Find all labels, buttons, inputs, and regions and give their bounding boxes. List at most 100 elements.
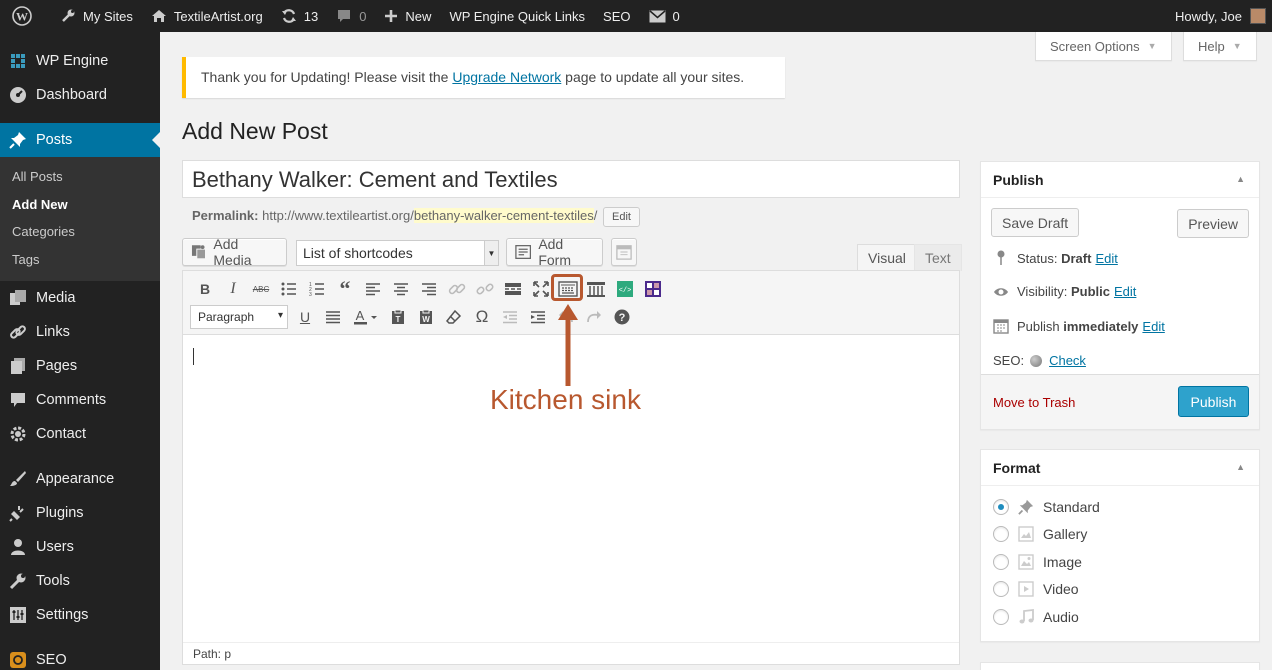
add-media-button[interactable]: Add Media <box>182 236 287 268</box>
publish-button[interactable]: Publish <box>1178 386 1249 417</box>
special-character-icon[interactable]: Ω <box>472 307 492 327</box>
site-name-label: TextileArtist.org <box>173 8 263 24</box>
sidebar-item-pages[interactable]: Pages <box>0 349 160 383</box>
calendar-button[interactable] <box>611 238 637 266</box>
seo-menu[interactable]: SEO <box>594 0 639 32</box>
status-edit-link[interactable]: Edit <box>1095 251 1117 266</box>
radio[interactable] <box>993 581 1009 597</box>
indent-icon[interactable] <box>528 307 548 327</box>
columns-icon[interactable] <box>586 279 606 299</box>
add-form-button[interactable]: Add Form <box>506 236 603 268</box>
help-button[interactable]: Help ▼ <box>1183 32 1257 61</box>
move-to-trash-link[interactable]: Move to Trash <box>993 395 1075 410</box>
sidebar-item-dashboard[interactable]: Dashboard <box>0 78 160 112</box>
blockquote-icon[interactable]: “ <box>335 276 355 301</box>
fullscreen-icon[interactable] <box>531 279 551 299</box>
collapse-arrow-icon[interactable]: ▲ <box>1236 462 1245 472</box>
publish-date-row: Publish immediately Edit <box>993 318 1165 334</box>
sidebar-item-tools[interactable]: Tools <box>0 564 160 598</box>
seo-check-link[interactable]: Check <box>1049 353 1086 368</box>
radio[interactable] <box>993 554 1009 570</box>
tab-visual[interactable]: Visual <box>857 244 917 271</box>
format-box: Format ▲ Standard Gallery Image Video Au… <box>980 449 1260 642</box>
publish-date-edit-link[interactable]: Edit <box>1142 319 1164 334</box>
sidebar-item-posts[interactable]: Posts <box>0 123 160 157</box>
sidebar-item-seo[interactable]: SEO <box>0 643 160 670</box>
visibility-edit-link[interactable]: Edit <box>1114 284 1136 299</box>
insert-link-icon[interactable] <box>447 279 467 299</box>
numbered-list-icon[interactable]: 123 <box>307 279 327 299</box>
outdent-icon[interactable] <box>500 307 520 327</box>
format-option-image[interactable]: Image <box>993 554 1082 570</box>
unlink-icon[interactable] <box>475 279 495 299</box>
table-icon[interactable] <box>643 279 663 299</box>
site-name-menu[interactable]: TextileArtist.org <box>142 0 272 32</box>
comments-count: 0 <box>359 8 367 24</box>
sidebar-item-appearance[interactable]: Appearance <box>0 462 160 496</box>
text-color-icon[interactable]: A <box>351 307 381 327</box>
radio[interactable] <box>993 609 1009 625</box>
sidebar-item-comments[interactable]: Comments <box>0 383 160 417</box>
publish-box-header[interactable]: Publish ▲ <box>981 162 1259 198</box>
upgrade-network-link[interactable]: Upgrade Network <box>452 69 561 85</box>
updates-menu[interactable]: 13 <box>272 0 327 32</box>
submenu-categories[interactable]: Categories <box>0 218 160 246</box>
submenu-all-posts[interactable]: All Posts <box>0 163 160 191</box>
strikethrough-icon[interactable]: ABC <box>251 279 271 299</box>
permalink-slug[interactable]: bethany-walker-cement-textiles <box>413 208 594 223</box>
my-sites-menu[interactable]: My Sites <box>51 0 142 32</box>
permalink-edit-button[interactable]: Edit <box>603 207 640 227</box>
format-option-video[interactable]: Video <box>993 581 1079 597</box>
sidebar-item-label: Tools <box>36 573 70 589</box>
submenu-tags[interactable]: Tags <box>0 246 160 274</box>
collapse-arrow-icon[interactable]: ▲ <box>1236 174 1245 184</box>
format-option-audio[interactable]: Audio <box>993 609 1079 625</box>
new-content-menu[interactable]: New <box>375 0 440 32</box>
messages-menu[interactable]: 0 <box>640 0 689 32</box>
account-menu[interactable]: Howdy, Joe <box>1175 8 1272 24</box>
sidebar-item-links[interactable]: Links <box>0 315 160 349</box>
paste-word-icon[interactable]: W <box>416 307 436 327</box>
paragraph-format-select[interactable]: Paragraph <box>190 305 288 329</box>
preview-button[interactable]: Preview <box>1177 209 1249 238</box>
read-more-icon[interactable] <box>503 279 523 299</box>
underline-icon[interactable]: U <box>295 307 315 327</box>
format-box-header[interactable]: Format ▲ <box>981 450 1259 486</box>
submenu-add-new[interactable]: Add New <box>0 191 160 219</box>
format-option-gallery[interactable]: Gallery <box>993 526 1087 542</box>
align-center-icon[interactable] <box>391 279 411 299</box>
comments-menu[interactable]: 0 <box>327 0 375 32</box>
shortcodes-select[interactable]: List of shortcodes ▼ <box>296 240 499 266</box>
redo-icon[interactable] <box>584 307 604 327</box>
clear-formatting-icon[interactable] <box>444 307 464 327</box>
sidebar-item-media[interactable]: Media <box>0 281 160 315</box>
sidebar-item-plugins[interactable]: Plugins <box>0 496 160 530</box>
justify-icon[interactable] <box>323 307 343 327</box>
screen-options-button[interactable]: Screen Options ▼ <box>1035 32 1172 61</box>
save-draft-button[interactable]: Save Draft <box>991 208 1080 237</box>
code-icon[interactable]: </> <box>615 279 635 299</box>
paste-text-icon[interactable]: T <box>388 307 408 327</box>
sidebar-item-label: Plugins <box>36 505 84 521</box>
bold-icon[interactable]: B <box>195 279 215 299</box>
format-option-standard[interactable]: Standard <box>993 499 1100 515</box>
italic-icon[interactable]: I <box>223 279 243 299</box>
updates-count: 13 <box>303 8 319 24</box>
sidebar-item-wp-engine[interactable]: WP Engine <box>0 44 160 78</box>
sidebar-item-contact[interactable]: Contact <box>0 417 160 451</box>
comment-icon <box>338 10 351 22</box>
align-left-icon[interactable] <box>363 279 383 299</box>
radio[interactable] <box>993 526 1009 542</box>
image-icon <box>1017 554 1035 570</box>
wp-engine-quick-links[interactable]: WP Engine Quick Links <box>440 0 594 32</box>
sidebar-item-settings[interactable]: Settings <box>0 598 160 632</box>
wordpress-logo-button[interactable]: W <box>0 0 51 32</box>
bullet-list-icon[interactable] <box>279 279 299 299</box>
post-title-input[interactable]: Bethany Walker: Cement and Textiles <box>182 160 960 198</box>
align-right-icon[interactable] <box>419 279 439 299</box>
tab-text[interactable]: Text <box>914 244 962 271</box>
format-label: Image <box>1043 554 1082 570</box>
help-icon[interactable]: ? <box>612 307 632 327</box>
radio-selected[interactable] <box>993 499 1009 515</box>
sidebar-item-users[interactable]: Users <box>0 530 160 564</box>
